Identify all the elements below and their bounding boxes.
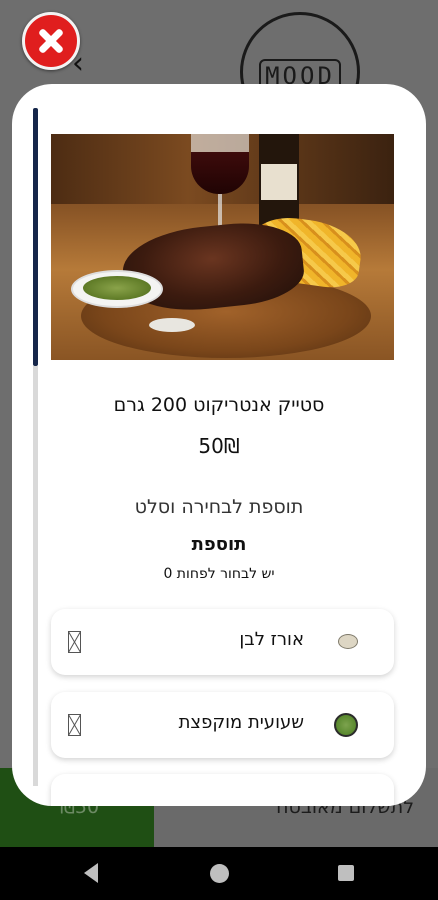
wine-glass (191, 134, 249, 194)
product-image (51, 134, 394, 360)
addon-min-note: יש לבחור לפחות 0 (163, 566, 275, 582)
product-modal: סטייק אנטריקוט 200 גרם 50₪ תוספת לבחירה … (12, 84, 426, 806)
checkbox-icon[interactable] (68, 714, 81, 736)
scrollbar-thumb[interactable] (33, 108, 38, 366)
salt-pile (149, 318, 195, 332)
system-nav-bar (0, 847, 438, 900)
option-card-partial[interactable] (51, 774, 394, 806)
product-price: 50₪ (198, 434, 240, 458)
rice-icon (338, 634, 358, 649)
option-white-rice[interactable]: אורז לבן (51, 609, 394, 675)
option-green-beans[interactable]: שעועית מוקפצת (51, 692, 394, 758)
addon-section-title: תוספת לבחירה וסלט (134, 496, 304, 518)
close-button[interactable] (22, 12, 80, 70)
nav-recents-icon[interactable] (338, 865, 354, 881)
nav-home-icon[interactable] (210, 864, 229, 883)
addon-group-name: תוספת (191, 534, 247, 555)
green-beans-icon (334, 713, 358, 737)
checkbox-icon[interactable] (68, 631, 81, 653)
nav-back-icon[interactable] (84, 863, 98, 883)
option-label: שעועית מוקפצת (178, 712, 304, 733)
option-label: אורז לבן (239, 629, 304, 650)
product-name: סטייק אנטריקוט 200 גרם (113, 394, 325, 416)
